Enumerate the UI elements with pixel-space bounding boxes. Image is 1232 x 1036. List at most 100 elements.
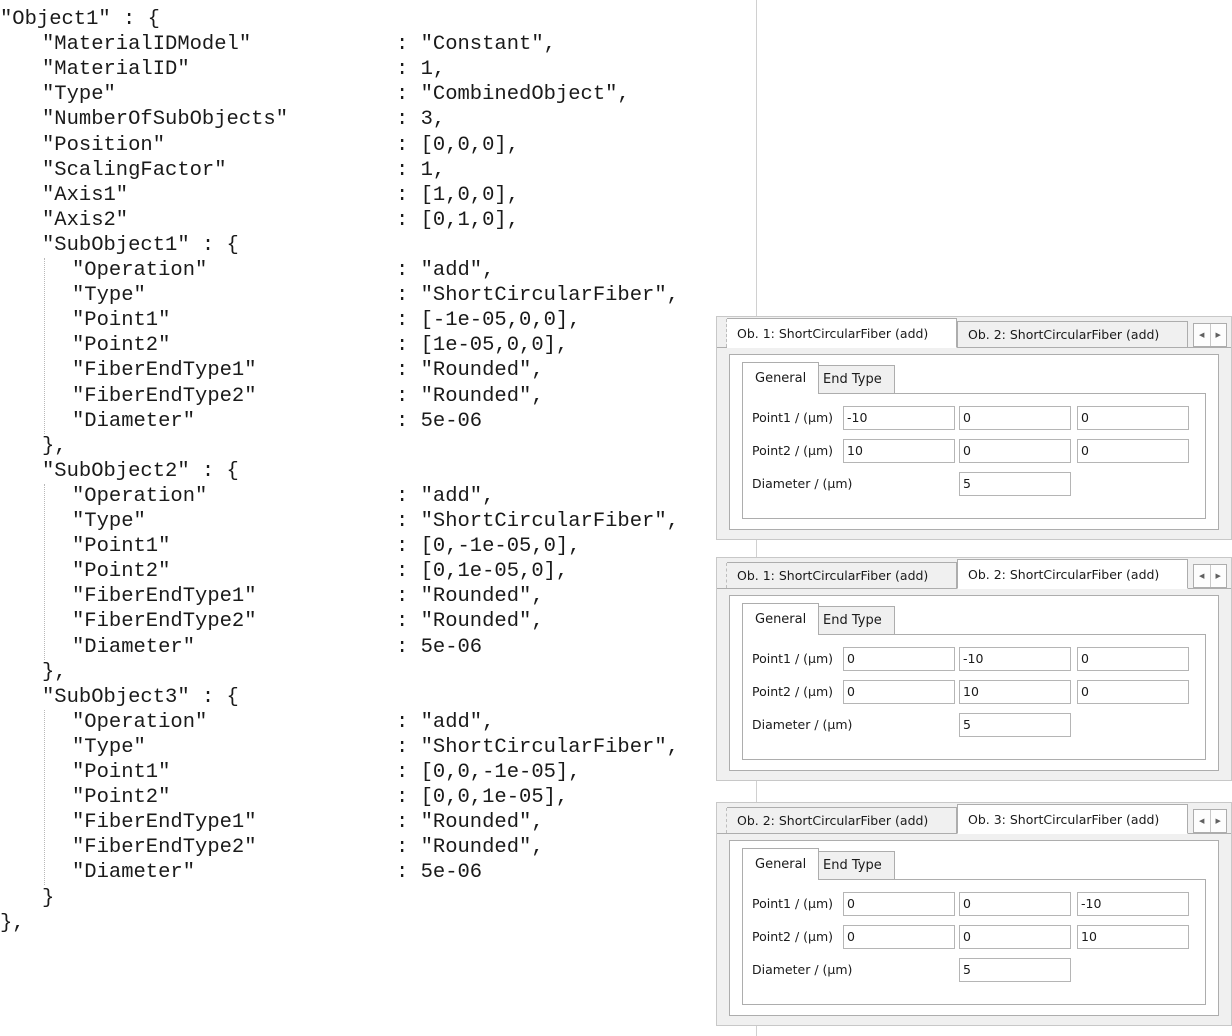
object-tab[interactable]: Ob. 2: ShortCircularFiber (add) (957, 321, 1188, 347)
code-line-key: "Axis2" (42, 208, 129, 232)
tab-page: General End Type Point1 / (µm) 0 0 -10 Point2 … (729, 840, 1219, 1016)
tab-general[interactable]: General (742, 848, 820, 880)
point1-y-input[interactable]: -10 (959, 647, 1071, 671)
code-line-key: } (42, 886, 55, 910)
point1-z-input[interactable]: 0 (1077, 647, 1189, 671)
code-line-value: : [0,1,0], (396, 208, 520, 232)
object-tab-bar: Ob. 2: ShortCircularFiber (add) Ob. 3: Sh… (717, 803, 1231, 835)
tab-end-type[interactable]: End Type (810, 606, 895, 634)
point2-x-input[interactable]: 0 (843, 680, 955, 704)
scroll-left-icon[interactable]: ◀ (1194, 810, 1211, 832)
code-line-value: : [1,0,0], (396, 183, 520, 207)
fiber-editor-window: Ob. 1: ShortCircularFiber (add) Ob. 2: Sh… (716, 316, 1232, 540)
code-line-key: "Diameter" (72, 409, 196, 433)
code-line-key: "FiberEndType2" (72, 610, 257, 634)
code-line-key: "Type" (72, 735, 146, 759)
point2-y-input[interactable]: 10 (959, 680, 1071, 704)
code-line-key: "Type" (42, 83, 116, 107)
point2-x-input[interactable]: 0 (843, 925, 955, 949)
point2-label: Point2 / (µm) (752, 684, 834, 699)
object-tab[interactable]: Ob. 1: ShortCircularFiber (add) (726, 562, 957, 588)
point1-x-input[interactable]: 0 (843, 892, 955, 916)
fiber-editor-window: Ob. 2: ShortCircularFiber (add) Ob. 3: Sh… (716, 802, 1232, 1026)
point2-z-input[interactable]: 0 (1077, 680, 1189, 704)
code-line-value: : 5e-06 (396, 409, 483, 433)
code-line-key: "Point2" (72, 560, 171, 584)
object-tab-bar: Ob. 1: ShortCircularFiber (add) Ob. 2: Sh… (717, 317, 1231, 349)
point1-z-input[interactable]: 0 (1077, 406, 1189, 430)
code-line-key: "ScalingFactor" (42, 158, 227, 182)
object-tab[interactable]: Ob. 1: ShortCircularFiber (add) (726, 318, 957, 348)
code-line-key: "FiberEndType2" (72, 836, 257, 860)
code-line-key: "Type" (72, 284, 146, 308)
point1-label: Point1 / (µm) (752, 896, 834, 911)
json-code-panel: "Object1" : {"MaterialIDModel": "Constan… (0, 0, 757, 1036)
code-line-key: "FiberEndType1" (72, 811, 257, 835)
code-line-key: "Point1" (72, 761, 171, 784)
scroll-right-icon[interactable]: ▶ (1211, 810, 1227, 832)
code-line-key: "Point1" (72, 309, 171, 333)
code-line-value: : [0,0,0], (396, 133, 520, 157)
point2-label: Point2 / (µm) (752, 929, 834, 944)
code-line-value: : "Rounded", (396, 585, 544, 609)
tab-scroll-buttons: ◀ ▶ (1193, 323, 1227, 347)
diameter-input[interactable]: 5 (959, 472, 1071, 496)
diameter-input[interactable]: 5 (959, 958, 1071, 982)
tab-end-type[interactable]: End Type (810, 365, 895, 393)
tab-page: General End Type Point1 / (µm) -10 0 0 Point2 … (729, 354, 1219, 530)
code-line-key: "FiberEndType1" (72, 359, 257, 383)
code-line-key: "NumberOfSubObjects" (42, 108, 289, 132)
code-line-key: }, (0, 911, 25, 935)
tab-end-type[interactable]: End Type (810, 851, 895, 879)
point2-y-input[interactable]: 0 (959, 925, 1071, 949)
code-line-value: : "CombinedObject", (396, 83, 630, 107)
object-tab[interactable]: Ob. 3: ShortCircularFiber (add) (957, 804, 1188, 834)
code-line-key: "SubObject3" : { (42, 685, 239, 709)
code-line-value: : "Rounded", (396, 359, 544, 383)
code-line-value: : 5e-06 (396, 635, 483, 659)
code-line-value: : "ShortCircularFiber", (396, 510, 679, 533)
code-line-key: "Diameter" (72, 861, 196, 885)
diameter-input[interactable]: 5 (959, 713, 1071, 737)
object-tab[interactable]: Ob. 2: ShortCircularFiber (add) (957, 559, 1188, 589)
scroll-left-icon[interactable]: ◀ (1194, 324, 1211, 346)
point1-x-input[interactable]: -10 (843, 406, 955, 430)
code-line-key: "SubObject2" : { (42, 459, 239, 483)
code-line-value: : "add", (396, 710, 495, 734)
code-line-value: : 1, (396, 58, 446, 82)
tab-page: General End Type Point1 / (µm) 0 -10 0 Point2 … (729, 595, 1219, 771)
point1-y-input[interactable]: 0 (959, 406, 1071, 430)
general-form: Point1 / (µm) 0 -10 0 Point2 / (µm) 0 10 0 Diame… (742, 634, 1206, 760)
fiber-editor-window: Ob. 1: ShortCircularFiber (add) Ob. 2: Sh… (716, 557, 1232, 781)
tab-general[interactable]: General (742, 362, 820, 394)
code-line-value: : "Rounded", (396, 836, 544, 860)
general-form: Point1 / (µm) 0 0 -10 Point2 / (µm) 0 0 10 Diame… (742, 879, 1206, 1005)
code-line-key: "MaterialID" (42, 58, 190, 82)
point2-z-input[interactable]: 0 (1077, 439, 1189, 463)
diameter-label: Diameter / (µm) (752, 476, 853, 491)
point1-label: Point1 / (µm) (752, 651, 834, 666)
scroll-left-icon[interactable]: ◀ (1194, 565, 1211, 587)
point2-z-input[interactable]: 10 (1077, 925, 1189, 949)
point1-x-input[interactable]: 0 (843, 647, 955, 671)
point1-z-input[interactable]: -10 (1077, 892, 1189, 916)
tab-scroll-buttons: ◀ ▶ (1193, 564, 1227, 588)
code-line-value: : [0,-1e-05,0], (396, 535, 581, 559)
code-line-key: }, (42, 434, 67, 458)
code-line-value: : "Rounded", (396, 384, 544, 408)
scroll-right-icon[interactable]: ▶ (1211, 565, 1227, 587)
point2-x-input[interactable]: 10 (843, 439, 955, 463)
diameter-label: Diameter / (µm) (752, 717, 853, 732)
code-line-key: "Position" (42, 133, 166, 157)
point1-y-input[interactable]: 0 (959, 892, 1071, 916)
code-line-key: "Point2" (72, 786, 171, 810)
code-line-key: "Point2" (72, 334, 171, 358)
object-tab-bar: Ob. 1: ShortCircularFiber (add) Ob. 2: Sh… (717, 558, 1231, 590)
code-line-key: "Object1" : { (0, 8, 160, 31)
object-tab[interactable]: Ob. 2: ShortCircularFiber (add) (726, 807, 957, 833)
point2-y-input[interactable]: 0 (959, 439, 1071, 463)
tab-general[interactable]: General (742, 603, 820, 635)
indent-guide (44, 258, 45, 434)
scroll-right-icon[interactable]: ▶ (1211, 324, 1227, 346)
code-line-key: "Point1" (72, 535, 171, 559)
